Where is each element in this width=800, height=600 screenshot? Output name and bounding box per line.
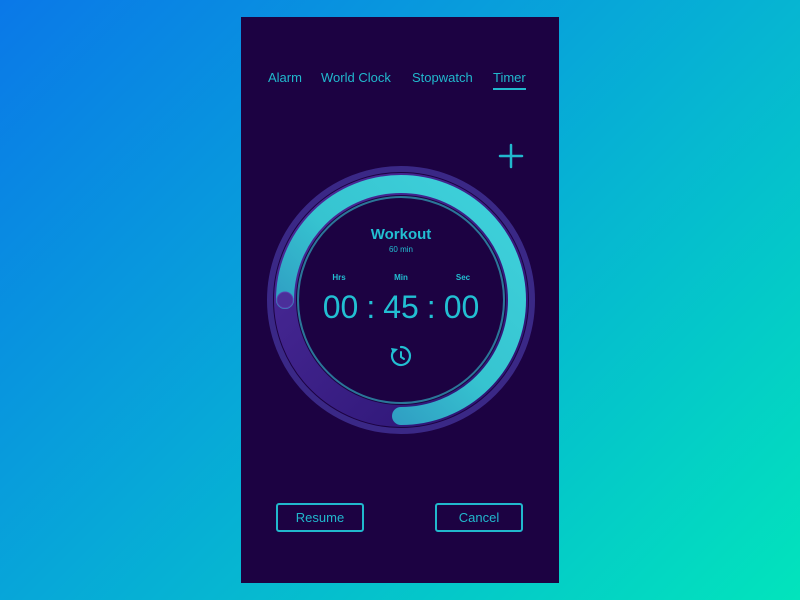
timer-name: Workout bbox=[370, 226, 432, 243]
minutes-label: Min bbox=[394, 273, 408, 282]
tab-timer[interactable]: Timer bbox=[493, 70, 526, 90]
tab-bar: Alarm World Clock Stopwatch Timer bbox=[241, 70, 559, 94]
seconds-label: Sec bbox=[455, 273, 471, 282]
seconds-value[interactable]: 00 bbox=[444, 289, 480, 326]
hours-value[interactable]: 00 bbox=[323, 289, 359, 326]
reset-button[interactable] bbox=[389, 344, 413, 368]
hours-label: Hrs bbox=[332, 273, 346, 282]
minutes-value[interactable]: 45 bbox=[383, 289, 419, 326]
time-readout: 00:45:00 bbox=[266, 289, 536, 326]
timer-screen: Alarm World Clock Stopwatch Timer Workou… bbox=[241, 17, 559, 583]
timer-duration: 60 min bbox=[388, 245, 413, 254]
tab-stopwatch[interactable]: Stopwatch bbox=[412, 70, 473, 85]
resume-button[interactable]: Resume bbox=[276, 503, 364, 532]
tab-alarm[interactable]: Alarm bbox=[268, 70, 302, 85]
reset-icon bbox=[390, 345, 412, 367]
cancel-button[interactable]: Cancel bbox=[435, 503, 523, 532]
tab-world-clock[interactable]: World Clock bbox=[321, 70, 391, 85]
timer-display: Workout 60 min Hrs Min Sec 00:45:00 bbox=[266, 165, 536, 435]
time-separator: : bbox=[426, 289, 436, 325]
time-separator: : bbox=[366, 289, 376, 325]
